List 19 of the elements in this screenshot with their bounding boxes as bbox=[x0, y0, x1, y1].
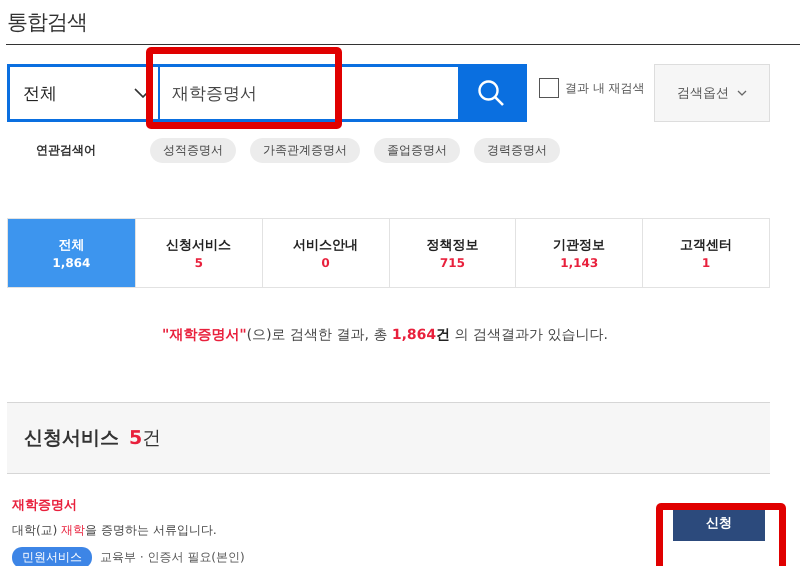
page-title: 통합검색 bbox=[6, 9, 88, 36]
result-summary: "재학증명서"(으)로 검색한 결과, 총 1,864건 의 검색결과가 있습니다. bbox=[161, 326, 609, 344]
search-icon bbox=[477, 79, 505, 107]
keyword-chip[interactable]: 가족관계증명서 bbox=[250, 138, 360, 163]
search-options-button[interactable]: 검색옵션 bbox=[654, 64, 770, 122]
section-count: 5건 bbox=[129, 426, 162, 451]
section-title: 신청서비스 bbox=[24, 426, 119, 451]
keyword-chip[interactable]: 성적증명서 bbox=[150, 138, 236, 163]
category-tag: 민원서비스 bbox=[12, 547, 92, 566]
keyword-chip[interactable]: 졸업증명서 bbox=[374, 138, 460, 163]
checkbox[interactable] bbox=[539, 78, 559, 98]
chevron-down-icon bbox=[737, 90, 747, 96]
related-keywords-label: 연관검색어 bbox=[36, 142, 96, 159]
result-description: 대학(교) 재학을 증명하는 서류입니다. bbox=[12, 522, 218, 539]
keyword-chip[interactable]: 경력증명서 bbox=[474, 138, 560, 163]
result-title-link[interactable]: 재학증명서 bbox=[12, 496, 673, 514]
checkbox-label: 결과 내 재검색 bbox=[565, 80, 645, 96]
result-meta: 교육부 · 인증서 필요(본인) bbox=[100, 549, 245, 566]
search-button[interactable] bbox=[458, 67, 524, 119]
